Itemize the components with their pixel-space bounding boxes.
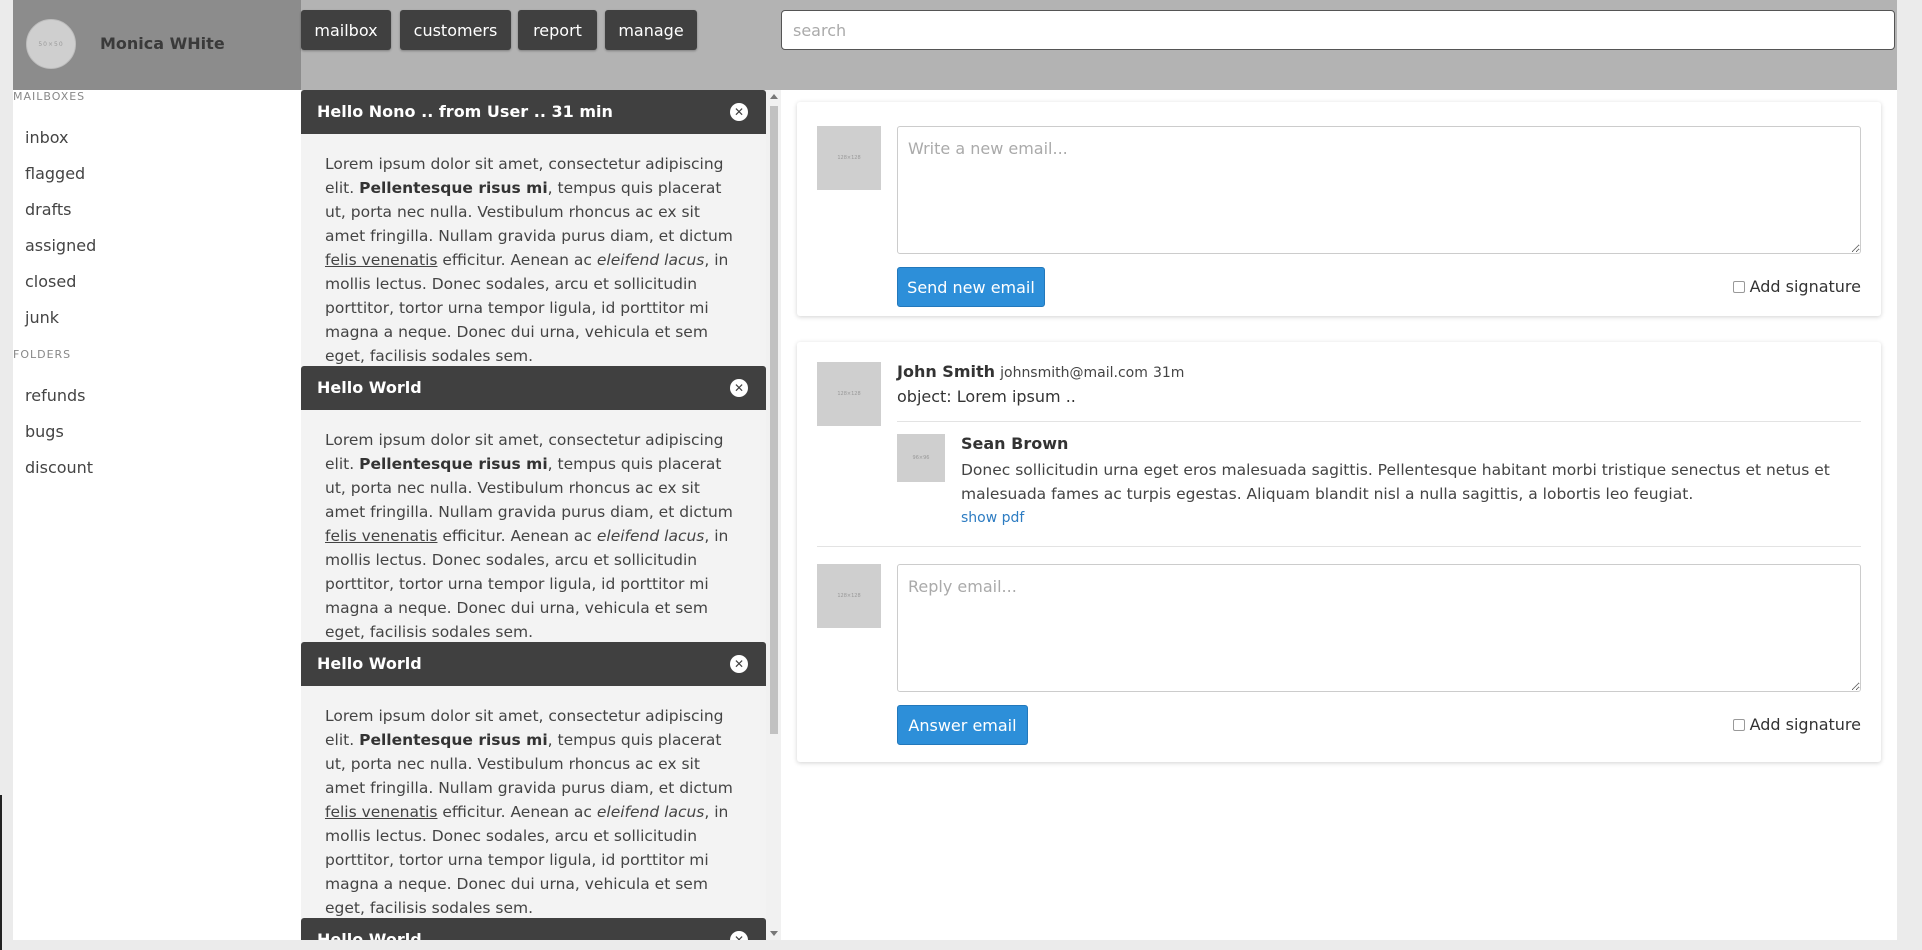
email-object: object: Lorem ipsum ..: [897, 387, 1076, 406]
sidebar-item-assigned[interactable]: assigned: [25, 236, 96, 255]
close-icon[interactable]: ✕: [730, 931, 748, 940]
nav-report-button[interactable]: report: [518, 10, 597, 50]
scroll-up-arrow-icon[interactable]: [770, 94, 778, 99]
answer-email-button[interactable]: Answer email: [897, 705, 1028, 745]
sidebar-item-flagged[interactable]: flagged: [25, 164, 85, 183]
send-new-email-button[interactable]: Send new email: [897, 267, 1045, 307]
compose-avatar: 128×128: [817, 126, 881, 190]
reply-email-textarea[interactable]: [897, 564, 1861, 692]
answer-avatar: 128×128: [817, 564, 881, 628]
email-header[interactable]: Hello Nono .. from User .. 31 min ✕: [301, 90, 766, 134]
reading-pane: 128×128 Send new email Add signature 128…: [781, 90, 1897, 940]
body-underline: felis venenatis: [325, 251, 438, 269]
divider: [817, 546, 1861, 547]
sidebar-item-discount[interactable]: discount: [25, 458, 93, 477]
email-preview[interactable]: Lorem ipsum dolor sit amet, consectetur …: [325, 152, 745, 368]
email-subject: Hello World: [317, 930, 422, 940]
add-signature-checkbox[interactable]: Add signature: [1732, 715, 1861, 734]
nav-customers-button[interactable]: customers: [400, 10, 511, 50]
sender-time: 31m: [1152, 365, 1185, 381]
show-pdf-link[interactable]: show pdf: [961, 510, 1024, 526]
email-list: Hello Nono .. from User .. 31 min ✕ Lore…: [301, 90, 766, 940]
checkbox-icon[interactable]: [1732, 718, 1745, 731]
checkbox-icon[interactable]: [1732, 280, 1745, 293]
email-list-scrollbar[interactable]: [766, 90, 781, 940]
add-signature-checkbox[interactable]: Add signature: [1732, 277, 1861, 296]
folders-heading: FOLDERS: [13, 348, 72, 361]
email-subject: Hello World: [317, 654, 422, 673]
divider: [897, 421, 1861, 422]
window-edge-dark: [0, 795, 2, 950]
sidebar-item-drafts[interactable]: drafts: [25, 200, 72, 219]
sender-name: John Smith: [897, 362, 996, 381]
sidebar-item-closed[interactable]: closed: [25, 272, 76, 291]
signature-label: Add signature: [1749, 277, 1861, 296]
body-text: efficitur. Aenean ac: [437, 527, 597, 545]
email-preview[interactable]: Lorem ipsum dolor sit amet, consectetur …: [325, 704, 745, 920]
sidebar-item-refunds[interactable]: refunds: [25, 386, 85, 405]
user-name: Monica WHite: [100, 34, 225, 53]
mailboxes-heading: MAILBOXES: [13, 90, 86, 103]
sender-avatar: 128×128: [817, 362, 881, 426]
body-bold: Pellentesque risus mi: [359, 731, 548, 749]
reply-avatar: 96×96: [897, 434, 945, 482]
sidebar-item-junk[interactable]: junk: [25, 308, 59, 327]
body-italic: eleifend lacus: [596, 527, 705, 545]
sidebar-item-bugs[interactable]: bugs: [25, 422, 64, 441]
sidebar-item-inbox[interactable]: inbox: [25, 128, 69, 147]
reply-sender-name: Sean Brown: [961, 434, 1069, 453]
top-bar: 50×50 Monica WHite mailbox customers rep…: [13, 0, 1897, 90]
user-profile[interactable]: 50×50 Monica WHite: [13, 0, 301, 90]
close-icon[interactable]: ✕: [730, 103, 748, 121]
nav-manage-button[interactable]: manage: [605, 10, 697, 50]
email-header[interactable]: Hello World ✕: [301, 366, 766, 410]
body-italic: eleifend lacus: [596, 251, 705, 269]
email-subject: Hello Nono .. from User .. 31 min: [317, 102, 613, 121]
signature-label: Add signature: [1749, 715, 1861, 734]
search-input[interactable]: [781, 10, 1895, 50]
close-icon[interactable]: ✕: [730, 379, 748, 397]
body-underline: felis venenatis: [325, 527, 438, 545]
sender-line: John Smith johnsmith@mail.com 31m: [897, 362, 1184, 381]
new-email-textarea[interactable]: [897, 126, 1861, 254]
email-preview[interactable]: Lorem ipsum dolor sit amet, consectetur …: [325, 428, 745, 644]
body-text: efficitur. Aenean ac: [437, 803, 597, 821]
avatar: 50×50: [26, 19, 76, 69]
nav-mailbox-button[interactable]: mailbox: [301, 10, 391, 50]
thread-card: 128×128 John Smith johnsmith@mail.com 31…: [797, 342, 1881, 762]
body-bold: Pellentesque risus mi: [359, 455, 548, 473]
body-bold: Pellentesque risus mi: [359, 179, 548, 197]
reply-text: Donec sollicitudin urna eget eros malesu…: [961, 461, 1830, 503]
sender-email: johnsmith@mail.com: [1000, 365, 1148, 381]
email-header[interactable]: Hello World ✕: [301, 642, 766, 686]
email-header[interactable]: Hello World ✕: [301, 918, 766, 940]
body-italic: eleifend lacus: [596, 803, 705, 821]
body-underline: felis venenatis: [325, 803, 438, 821]
close-icon[interactable]: ✕: [730, 655, 748, 673]
scroll-down-arrow-icon[interactable]: [770, 931, 778, 936]
body-text: efficitur. Aenean ac: [437, 251, 597, 269]
compose-card: 128×128 Send new email Add signature: [797, 102, 1881, 316]
scroll-thumb[interactable]: [770, 106, 778, 734]
email-subject: Hello World: [317, 378, 422, 397]
mail-app: 50×50 Monica WHite mailbox customers rep…: [13, 0, 1897, 940]
sidebar: MAILBOXES inbox flagged drafts assigned …: [13, 90, 301, 940]
